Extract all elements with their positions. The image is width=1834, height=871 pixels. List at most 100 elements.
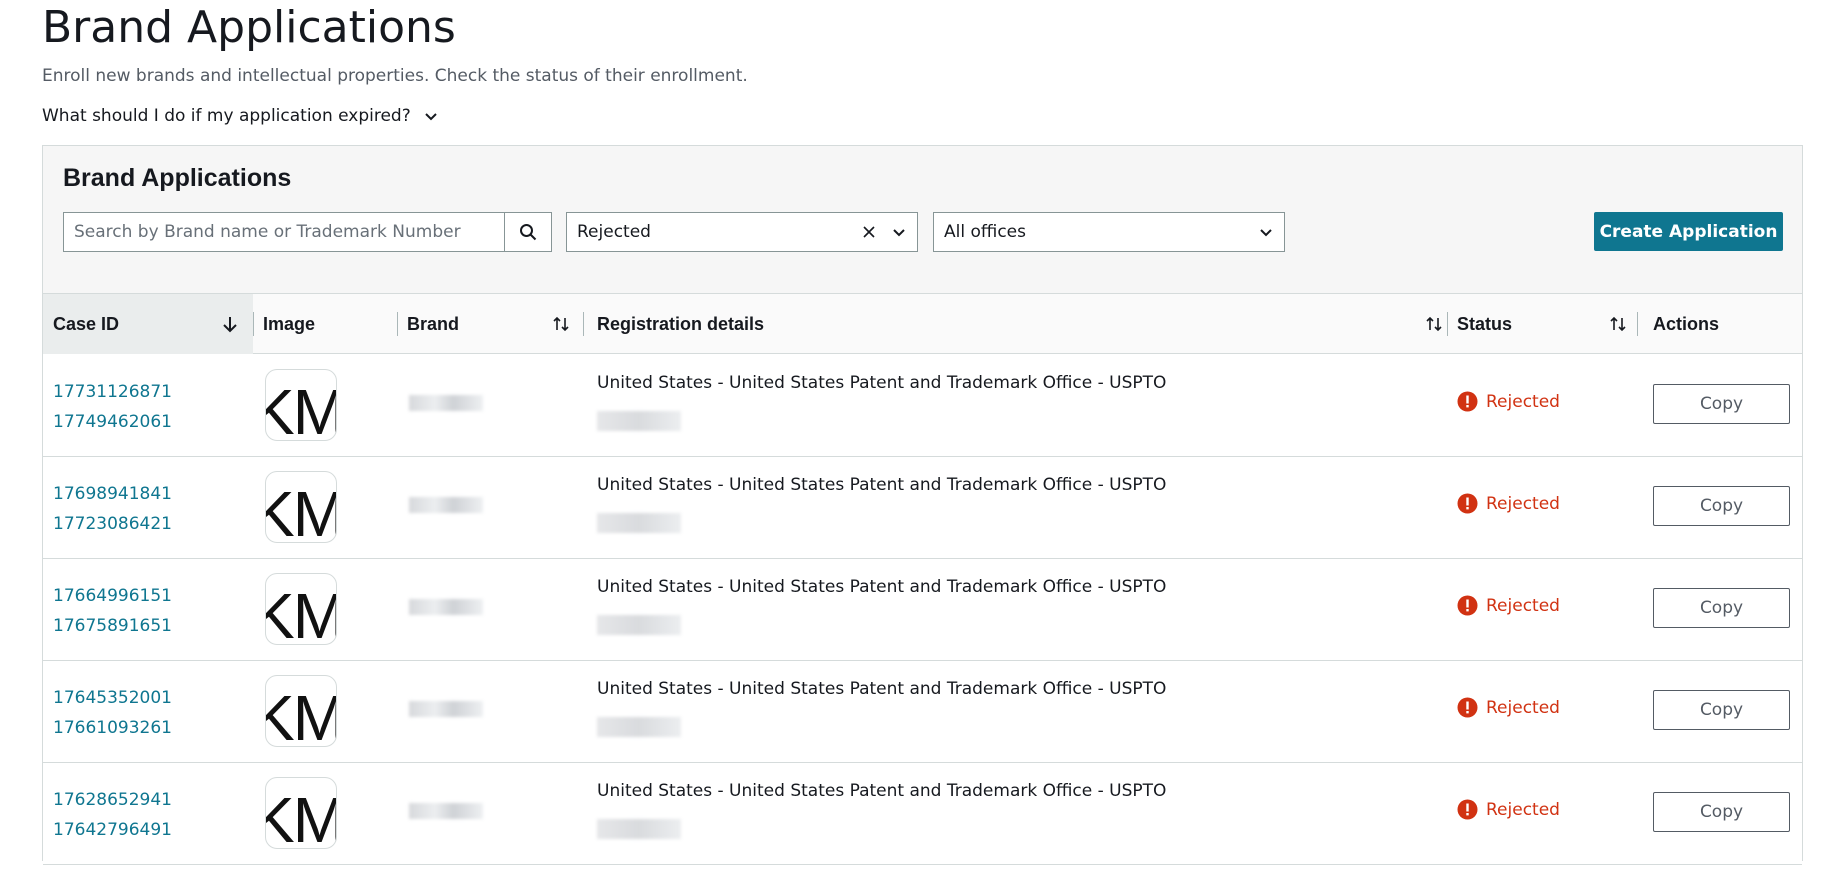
registration-office: United States - United States Patent and… xyxy=(597,373,1167,393)
column-divider xyxy=(1637,312,1638,336)
sort-icon[interactable] xyxy=(1609,315,1627,333)
copy-button[interactable]: Copy xyxy=(1653,486,1790,526)
brand-logo-text: KM xyxy=(266,375,336,440)
status-cell: Rejected xyxy=(1457,697,1560,718)
registration-office: United States - United States Patent and… xyxy=(597,577,1167,597)
copy-button[interactable]: Copy xyxy=(1653,588,1790,628)
brand-logo-text: KM xyxy=(266,681,336,746)
office-filter-value: All offices xyxy=(944,222,1026,242)
status-cell: Rejected xyxy=(1457,799,1560,820)
page-subtitle: Enroll new brands and intellectual prope… xyxy=(42,66,748,86)
table-row: 17645352001 17661093261 KM United States… xyxy=(43,661,1802,763)
case-id-cell: 17645352001 17661093261 xyxy=(53,683,172,743)
error-icon xyxy=(1457,493,1478,514)
column-header-label: Registration details xyxy=(597,313,765,334)
column-header-label: Case ID xyxy=(53,313,120,334)
case-id-cell: 17731126871 17749462061 xyxy=(53,377,172,437)
registration-office: United States - United States Patent and… xyxy=(597,475,1167,495)
chevron-down-icon xyxy=(425,113,437,121)
brand-image-thumbnail[interactable]: KM xyxy=(265,471,337,543)
case-id-link[interactable]: 17642796491 xyxy=(53,815,172,845)
case-id-link[interactable]: 17661093261 xyxy=(53,713,172,743)
brand-image-thumbnail[interactable]: KM xyxy=(265,573,337,645)
brand-logo-text: KM xyxy=(266,477,336,542)
column-divider xyxy=(1447,312,1448,336)
case-id-cell: 17628652941 17642796491 xyxy=(53,785,172,845)
column-divider xyxy=(253,312,254,336)
brand-name-redacted xyxy=(409,497,483,513)
column-header-label: Status xyxy=(1457,313,1513,334)
case-id-link[interactable]: 17749462061 xyxy=(53,407,172,437)
sort-descending-icon[interactable] xyxy=(221,315,239,333)
error-icon xyxy=(1457,697,1478,718)
panel-title: Brand Applications xyxy=(63,164,292,192)
column-header-brand[interactable]: Brand xyxy=(407,294,583,354)
copy-button[interactable]: Copy xyxy=(1653,792,1790,832)
status-cell: Rejected xyxy=(1457,595,1560,616)
status-filter-select[interactable]: Rejected xyxy=(566,212,918,252)
brand-name-redacted xyxy=(409,599,483,615)
column-header-label: Brand xyxy=(407,313,460,334)
registration-number-redacted xyxy=(597,819,681,839)
sort-icon[interactable] xyxy=(1425,315,1443,333)
case-id-link[interactable]: 17723086421 xyxy=(53,509,172,539)
search-button[interactable] xyxy=(504,212,552,252)
column-header-status[interactable]: Status xyxy=(1457,294,1633,354)
case-id-link[interactable]: 17698941841 xyxy=(53,479,172,509)
column-header-image: Image xyxy=(263,294,397,354)
column-header-registration-details[interactable]: Registration details xyxy=(597,294,1447,354)
brand-name-redacted xyxy=(409,395,483,411)
brand-name-redacted xyxy=(409,803,483,819)
table-row: 17698941841 17723086421 KM United States… xyxy=(43,457,1802,559)
column-divider xyxy=(583,312,584,336)
case-id-link[interactable]: 17664996151 xyxy=(53,581,172,611)
case-id-link[interactable]: 17731126871 xyxy=(53,377,172,407)
error-icon xyxy=(1457,799,1478,820)
page-title: Brand Applications xyxy=(42,2,456,53)
registration-office: United States - United States Patent and… xyxy=(597,679,1167,699)
brand-image-thumbnail[interactable]: KM xyxy=(265,369,337,441)
copy-button[interactable]: Copy xyxy=(1653,384,1790,424)
search-input[interactable] xyxy=(63,212,504,252)
brand-image-thumbnail[interactable]: KM xyxy=(265,675,337,747)
faq-expandable[interactable]: What should I do if my application expir… xyxy=(42,106,439,126)
case-id-link[interactable]: 17628652941 xyxy=(53,785,172,815)
brand-image-thumbnail[interactable]: KM xyxy=(265,777,337,849)
panel-header: Brand Applications Rejected All offices … xyxy=(43,146,1802,294)
search-group xyxy=(63,212,552,252)
status-filter-value: Rejected xyxy=(577,222,651,242)
search-icon xyxy=(520,224,537,241)
clear-icon[interactable] xyxy=(861,224,877,240)
brand-name-redacted xyxy=(409,701,483,717)
table-row: 17731126871 17749462061 KM United States… xyxy=(43,355,1802,457)
sort-icon[interactable] xyxy=(552,315,570,333)
column-header-actions: Actions xyxy=(1653,294,1793,354)
chevron-down-icon xyxy=(893,229,905,237)
registration-office: United States - United States Patent and… xyxy=(597,781,1167,801)
case-id-cell: 17698941841 17723086421 xyxy=(53,479,172,539)
status-text: Rejected xyxy=(1486,799,1560,820)
table-header: Case ID Image Brand Registration details… xyxy=(43,294,1802,354)
case-id-link[interactable]: 17675891651 xyxy=(53,611,172,641)
copy-button[interactable]: Copy xyxy=(1653,690,1790,730)
case-id-link[interactable]: 17645352001 xyxy=(53,683,172,713)
column-header-case-id[interactable]: Case ID xyxy=(43,294,253,354)
status-cell: Rejected xyxy=(1457,391,1560,412)
faq-label: What should I do if my application expir… xyxy=(42,106,411,126)
status-text: Rejected xyxy=(1486,595,1560,616)
table-row: 17664996151 17675891651 KM United States… xyxy=(43,559,1802,661)
registration-number-redacted xyxy=(597,513,681,533)
create-application-button[interactable]: Create Application xyxy=(1594,212,1783,251)
case-id-cell: 17664996151 17675891651 xyxy=(53,581,172,641)
office-filter-select[interactable]: All offices xyxy=(933,212,1285,252)
column-header-label: Image xyxy=(263,313,316,334)
status-text: Rejected xyxy=(1486,391,1560,412)
registration-number-redacted xyxy=(597,615,681,635)
status-text: Rejected xyxy=(1486,697,1560,718)
error-icon xyxy=(1457,391,1478,412)
brand-applications-panel: Brand Applications Rejected All offices … xyxy=(42,145,1803,865)
error-icon xyxy=(1457,595,1478,616)
brand-logo-text: KM xyxy=(266,783,336,848)
status-cell: Rejected xyxy=(1457,493,1560,514)
chevron-down-icon xyxy=(1260,229,1272,237)
